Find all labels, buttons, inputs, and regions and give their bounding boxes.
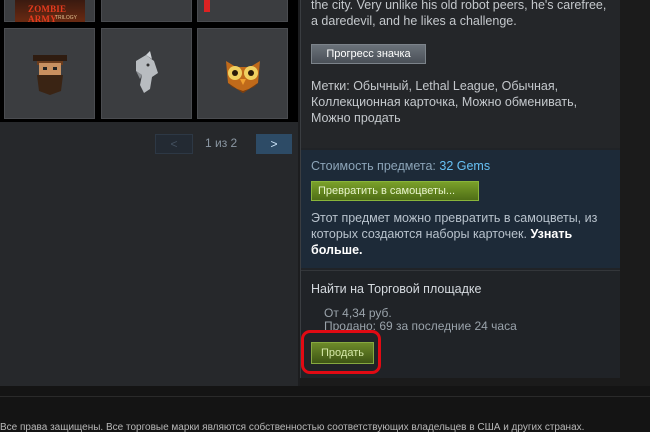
red-flag-icon [204,0,210,12]
highlight-annotation [301,330,381,374]
gems-price: Стоимость предмета: 32 Gems [311,159,491,173]
market-from-price: От 4,34 руб. [324,306,392,320]
pagination: < 1 из 2 > [155,134,295,154]
inventory-grid: ZOMBIE ARMY TRILOGY [0,0,298,122]
convert-to-gems-button[interactable]: Превратить в самоцветы... [311,181,479,201]
next-page-button[interactable]: > [256,134,292,154]
footer-divider [0,396,650,397]
item-description: the city. Very unlike his old robot peer… [311,0,607,28]
inventory-slot-5[interactable] [101,28,192,119]
owl-icon [225,60,260,93]
inventory-slot-4[interactable] [4,28,95,119]
gems-note: Этот предмет можно превратить в самоцвет… [311,211,598,257]
inventory-slot-1[interactable]: ZOMBIE ARMY TRILOGY [4,0,95,24]
inventory-slot-3[interactable] [197,0,288,22]
item-details-panel: the city. Very unlike his old robot peer… [300,0,621,378]
horse-head-icon [135,50,158,93]
item-info-section: the city. Very unlike his old robot peer… [301,0,621,148]
market-title: Найти на Торговой площадке [311,282,482,296]
inventory-page: ZOMBIE ARMY TRILOGY < 1 из 2 > the city.… [0,0,650,432]
market-section: Найти на Торговой площадке От 4,34 руб. … [301,270,621,378]
bearded-man-icon [32,54,67,95]
footer-text: Все права защищены. Все торговые марки я… [0,422,585,432]
zombie-army-card-image: ZOMBIE ARMY TRILOGY [15,0,85,24]
item-tags: Метки: Обычный, Lethal League, Обычная, … [311,79,578,125]
gems-value: 32 Gems [439,159,491,173]
prev-page-button[interactable]: < [155,134,193,154]
inventory-slot-2[interactable] [101,0,192,22]
inventory-slot-6[interactable] [197,28,288,119]
page-indicator: 1 из 2 [205,136,238,150]
page-edge [620,0,650,386]
inventory-area: ZOMBIE ARMY TRILOGY < 1 из 2 > [0,0,298,386]
gems-section: Стоимость предмета: 32 Gems Превратить в… [301,150,621,268]
badge-progress-button[interactable]: Прогресс значка [311,44,426,64]
